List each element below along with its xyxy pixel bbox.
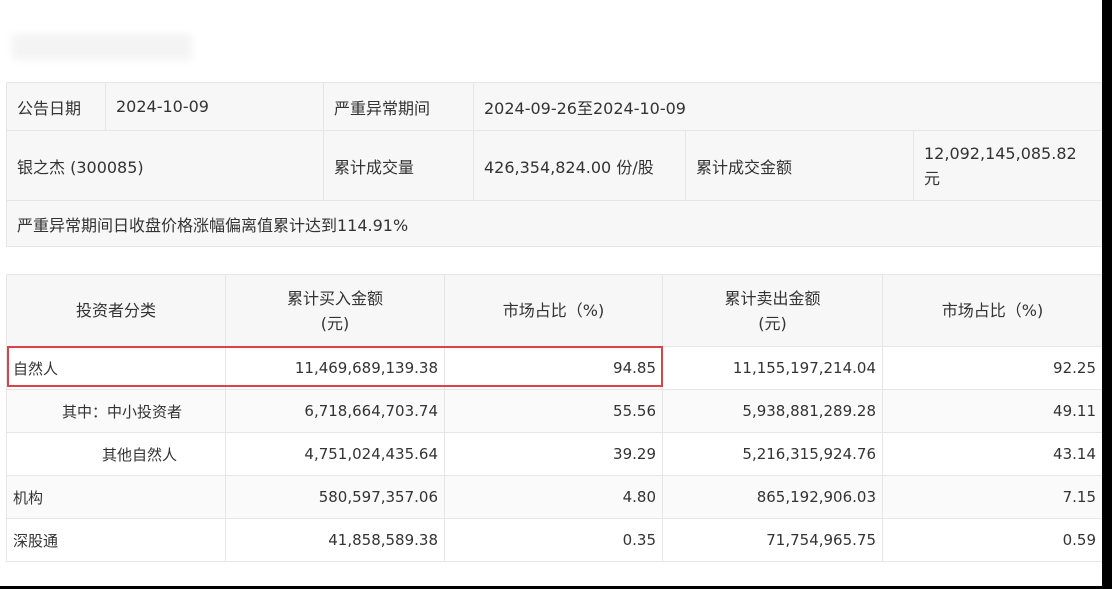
- stock-name: 银之杰 (300085): [6, 130, 324, 201]
- row-buy-pct: 94.85: [444, 346, 663, 390]
- deviation-note: 严重异常期间日收盘价格涨幅偏离值累计达到114.91%: [5, 200, 1104, 247]
- row-sell-pct: 0.59: [882, 518, 1103, 562]
- announce-date-value: 2024-10-09: [105, 82, 324, 131]
- row-sell-pct: 49.11: [882, 389, 1103, 433]
- header-sell-amount: 累计卖出金额 (元): [662, 274, 883, 347]
- row-sell: 865,192,906.03: [662, 475, 883, 519]
- row-buy: 41,858,589.38: [225, 518, 445, 562]
- table-row: 其他自然人 4,751,024,435.64 39.29 5,216,315,9…: [6, 432, 1103, 476]
- row-buy-pct: 0.35: [444, 518, 663, 562]
- row-buy-pct: 4.80: [444, 475, 663, 519]
- row-sell: 5,938,881,289.28: [662, 389, 883, 433]
- table-row: 其中：中小投资者 6,718,664,703.74 55.56 5,938,88…: [6, 389, 1103, 433]
- row-category: 自然人: [6, 346, 226, 390]
- row-sell: 11,155,197,214.04: [662, 346, 883, 390]
- row-sell: 5,216,315,924.76: [662, 432, 883, 476]
- row-buy-pct: 55.56: [444, 389, 663, 433]
- amount-value: 12,092,145,085.82 元: [912, 130, 1104, 201]
- announcement-info-table: 公告日期 2024-10-09 严重异常期间 2024-09-26至2024-1…: [5, 82, 1104, 247]
- investor-stats-table: 投资者分类 累计买入金额 (元) 市场占比（%) 累计卖出金额 (元) 市场占比…: [6, 274, 1103, 562]
- row-buy: 4,751,024,435.64: [225, 432, 445, 476]
- row-buy: 580,597,357.06: [225, 475, 445, 519]
- row-buy: 11,469,689,139.38: [225, 346, 445, 390]
- row-buy: 6,718,664,703.74: [225, 389, 445, 433]
- row-category: 深股通: [6, 518, 226, 562]
- header-sell-pct: 市场占比（%): [882, 274, 1103, 347]
- volume-label: 累计成交量: [323, 130, 474, 201]
- row-category: 其他自然人: [6, 432, 226, 476]
- row-sell-pct: 7.15: [882, 475, 1103, 519]
- row-buy-pct: 39.29: [444, 432, 663, 476]
- frame-border-right: [1102, 0, 1112, 589]
- header-category: 投资者分类: [6, 274, 226, 347]
- blurred-title: [12, 34, 192, 60]
- period-label: 严重异常期间: [323, 82, 474, 131]
- announce-date-label: 公告日期: [6, 82, 106, 131]
- row-sell: 71,754,965.75: [662, 518, 883, 562]
- table-row: 机构 580,597,357.06 4.80 865,192,906.03 7.…: [6, 475, 1103, 519]
- table-row: 深股通 41,858,589.38 0.35 71,754,965.75 0.5…: [6, 518, 1103, 562]
- row-category: 其中：中小投资者: [6, 389, 226, 433]
- row-sell-pct: 92.25: [882, 346, 1103, 390]
- header-buy-amount: 累计买入金额 (元): [225, 274, 445, 347]
- volume-value: 426,354,824.00 份/股: [473, 130, 686, 201]
- period-value: 2024-09-26至2024-10-09: [472, 82, 1104, 131]
- table-row: 自然人 11,469,689,139.38 94.85 11,155,197,2…: [6, 346, 1103, 390]
- row-sell-pct: 43.14: [882, 432, 1103, 476]
- header-buy-pct: 市场占比（%): [444, 274, 663, 347]
- amount-label: 累计成交金额: [685, 130, 914, 201]
- row-category: 机构: [6, 475, 226, 519]
